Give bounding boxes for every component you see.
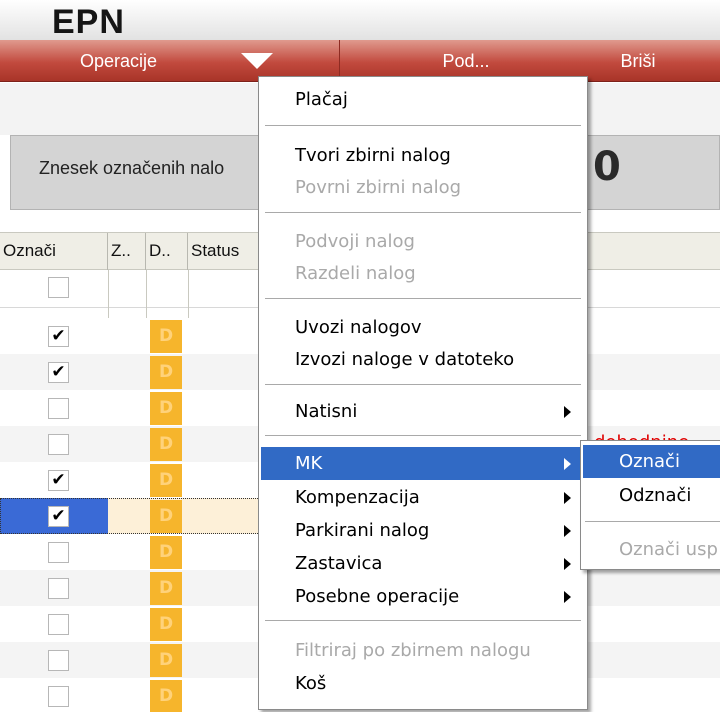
row-checkbox[interactable] xyxy=(48,434,69,455)
submenu-arrow-icon xyxy=(564,558,571,570)
menu-item-compensation[interactable]: Kompenzacija xyxy=(261,481,585,514)
menu-item-parked-label: Parkirani nalog xyxy=(295,520,430,541)
app-header: EPN xyxy=(0,0,720,41)
menu-item-mk-label: MK xyxy=(295,453,323,474)
row-checkbox[interactable] xyxy=(48,398,69,419)
menu-item-flag-label: Zastavica xyxy=(295,553,383,574)
d-badge: D xyxy=(150,464,182,497)
row-checkbox[interactable] xyxy=(48,542,69,563)
column-header-status[interactable]: Status xyxy=(188,233,268,271)
summary-label: Znesek označenih nalo xyxy=(39,158,225,178)
menu-item-export[interactable]: Izvozi naloge v datoteko xyxy=(261,343,585,376)
submenu-item-unmark[interactable]: Odznači xyxy=(583,479,720,512)
delete-button[interactable]: Briši xyxy=(598,40,678,82)
menu-separator xyxy=(265,298,581,300)
d-badge: D xyxy=(150,680,182,712)
app-title: EPN xyxy=(52,3,125,41)
submenu-arrow-icon xyxy=(564,458,571,470)
menu-item-compensation-label: Kompenzacija xyxy=(295,487,420,508)
menu-separator xyxy=(265,212,581,214)
menu-item-import[interactable]: Uvozi nalogov xyxy=(261,311,585,344)
menu-item-flag[interactable]: Zastavica xyxy=(261,547,585,580)
menu-separator xyxy=(265,384,581,386)
menu-item-trash[interactable]: Koš xyxy=(261,667,585,700)
row-checkbox[interactable] xyxy=(48,578,69,599)
menu-item-print-label: Natisni xyxy=(295,401,358,422)
column-header-mark[interactable]: Označi xyxy=(0,233,108,271)
submenu-arrow-icon xyxy=(564,492,571,504)
d-badge: D xyxy=(150,572,182,605)
menu-separator xyxy=(265,620,581,622)
menu-item-create-batch[interactable]: Tvori zbirni nalog xyxy=(261,139,585,172)
menu-item-pay[interactable]: Plačaj xyxy=(261,83,585,116)
dropdown-arrow-icon xyxy=(241,53,273,69)
row-checkbox[interactable] xyxy=(48,686,69,707)
row-checkbox[interactable]: ✔ xyxy=(48,326,69,347)
operations-label: Operacije xyxy=(80,51,158,71)
menu-separator xyxy=(265,435,581,437)
menu-item-mk[interactable]: MK xyxy=(261,447,585,480)
menu-item-revert-batch[interactable]: Povrni zbirni nalog xyxy=(261,171,585,204)
submenu-arrow-icon xyxy=(564,406,571,418)
mk-submenu: Označi Odznači Označi usp xyxy=(580,440,720,570)
menu-item-special-ops-label: Posebne operacije xyxy=(295,586,460,607)
row-checkbox[interactable] xyxy=(48,614,69,635)
d-badge: D xyxy=(150,428,182,461)
d-badge: D xyxy=(150,320,182,353)
menu-separator xyxy=(585,521,720,523)
menu-item-filter-batch[interactable]: Filtriraj po zbirnem nalogu xyxy=(261,634,585,667)
menu-item-special-ops[interactable]: Posebne operacije xyxy=(261,580,585,613)
submenu-item-mark[interactable]: Označi xyxy=(583,445,720,478)
context-menu: Plačaj Tvori zbirni nalog Povrni zbirni … xyxy=(258,76,588,710)
menu-item-parked[interactable]: Parkirani nalog xyxy=(261,514,585,547)
filter-checkbox[interactable] xyxy=(48,277,69,298)
row-checkbox[interactable]: ✔ xyxy=(48,362,69,383)
column-header-d[interactable]: D.. xyxy=(146,233,188,271)
menu-item-print[interactable]: Natisni xyxy=(261,395,585,428)
d-badge: D xyxy=(150,536,182,569)
row-checkbox[interactable] xyxy=(48,650,69,671)
d-badge: D xyxy=(150,356,182,389)
submenu-item-mark-success[interactable]: Označi usp xyxy=(583,533,720,566)
d-badge: D xyxy=(150,608,182,641)
d-badge: D xyxy=(150,644,182,677)
row-checkbox[interactable]: ✔ xyxy=(48,470,69,491)
column-header-z[interactable]: Z.. xyxy=(108,233,146,271)
submenu-arrow-icon xyxy=(564,525,571,537)
menu-item-duplicate[interactable]: Podvoji nalog xyxy=(261,225,585,258)
menu-separator xyxy=(265,125,581,127)
menu-item-split[interactable]: Razdeli nalog xyxy=(261,257,585,290)
d-badge: D xyxy=(150,392,182,425)
summary-value: 0 xyxy=(593,144,621,190)
submenu-arrow-icon xyxy=(564,591,571,603)
